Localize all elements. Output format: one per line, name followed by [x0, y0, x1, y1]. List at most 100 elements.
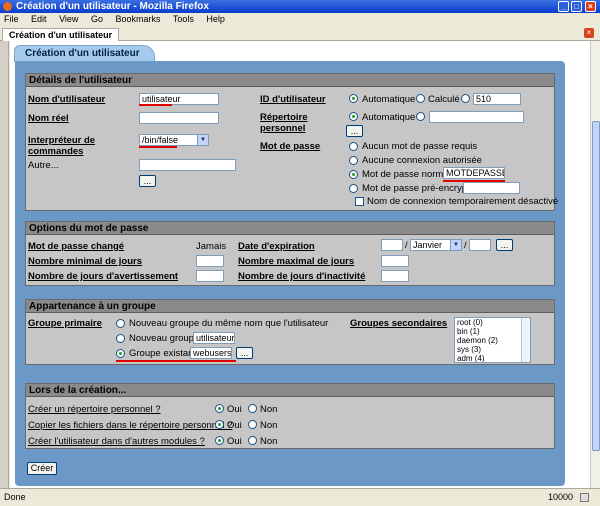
secondary-groups-label: Groupes secondaires	[350, 318, 448, 329]
existing-group-radio[interactable]	[116, 349, 125, 358]
uid-manual-radio[interactable]	[461, 94, 470, 103]
maximize-icon[interactable]: □	[571, 1, 582, 12]
uid-calc-radio[interactable]	[416, 94, 425, 103]
menu-bar: File Edit View Go Bookmarks Tools Help	[0, 13, 600, 26]
expire-year-input[interactable]	[469, 239, 491, 251]
list-item[interactable]: adm (4)	[457, 354, 530, 362]
homedir-browse-button[interactable]: ...	[346, 125, 363, 137]
pw-disabled-text: Nom de connexion temporairement désactiv…	[367, 196, 559, 207]
no-label: Non	[260, 420, 278, 431]
password-label: Mot de passe	[260, 141, 321, 152]
new-group-input[interactable]: utilisateur	[193, 332, 235, 344]
homedir-auto-text: Automatique	[362, 112, 416, 123]
copy-files-no-radio[interactable]	[248, 420, 257, 429]
expire-day-input[interactable]	[381, 239, 403, 251]
menu-edit[interactable]: Edit	[31, 14, 47, 24]
sidebar-pane	[0, 41, 9, 488]
password-options-section: Options du mot de passe Mot de passe cha…	[25, 221, 555, 286]
new-group-radio[interactable]	[116, 334, 125, 343]
window-title-bar: Création d'un utilisateur - Mozilla Fire…	[0, 0, 600, 13]
inactive-days-label: Nombre de jours d'inactivité	[238, 271, 366, 282]
create-home-question: Créer un répertoire personnel ?	[28, 404, 161, 415]
create-home-yes-radio[interactable]	[215, 404, 224, 413]
other-label: Autre...	[28, 160, 59, 171]
pw-noconn-text: Aucune connexion autorisée	[362, 155, 482, 166]
scroll-thumb[interactable]	[592, 121, 600, 451]
other-modules-yes-radio[interactable]	[215, 436, 224, 445]
close-icon[interactable]: ×	[585, 1, 596, 12]
max-days-input[interactable]	[381, 255, 409, 267]
shell-select[interactable]: /bin/false ▼	[139, 134, 209, 146]
pw-noconn-radio[interactable]	[349, 156, 358, 165]
status-bar: Done 10000	[0, 488, 600, 506]
copy-files-yes-radio[interactable]	[215, 420, 224, 429]
pw-disabled-checkbox[interactable]	[355, 197, 364, 206]
group-highlight	[116, 360, 236, 362]
menu-view[interactable]: View	[59, 14, 78, 24]
existing-group-input[interactable]: webusers	[190, 347, 232, 359]
menu-tools[interactable]: Tools	[173, 14, 194, 24]
realname-label: Nom réel	[28, 113, 69, 124]
menu-file[interactable]: File	[4, 14, 19, 24]
expire-label: Date d'expiration	[238, 241, 315, 252]
pwopts-header: Options du mot de passe	[26, 222, 554, 235]
page-content: Création d'un utilisateur Détails de l'u…	[10, 41, 590, 488]
pw-pre-radio[interactable]	[349, 184, 358, 193]
max-days-label: Nombre maximal de jours	[238, 256, 355, 267]
details-section: Détails de l'utilisateur Nom d'utilisate…	[25, 73, 559, 211]
group-browse-button[interactable]: ...	[236, 347, 253, 359]
pw-changed-value: Jamais	[196, 241, 227, 252]
existing-group-text: Groupe existant	[129, 348, 197, 359]
creation-section: Lors de la création... Créer un répertoi…	[25, 383, 555, 449]
list-item[interactable]: daemon (2)	[457, 336, 530, 345]
pw-changed-label: Mot de passe changé	[28, 241, 125, 252]
homedir-input[interactable]	[429, 111, 524, 123]
page-scrollbar[interactable]	[590, 41, 600, 488]
tab-close-icon[interactable]: ×	[584, 28, 594, 38]
pw-pre-text: Mot de passe pré-encrypté	[362, 183, 476, 194]
pw-none-text: Aucun mot de passe requis	[362, 141, 478, 152]
other-modules-no-radio[interactable]	[248, 436, 257, 445]
list-item[interactable]: root (0)	[457, 318, 530, 327]
no-label: Non	[260, 404, 278, 415]
secondary-groups-list[interactable]: root (0) bin (1) daemon (2) sys (3) adm …	[454, 317, 531, 363]
browser-tab[interactable]: Création d'un utilisateur	[2, 28, 120, 41]
uid-calc-text: Calculé	[428, 94, 460, 105]
menu-bookmarks[interactable]: Bookmarks	[115, 14, 160, 24]
pw-normal-radio[interactable]	[349, 170, 358, 179]
other-shell-input[interactable]	[139, 159, 236, 171]
uid-auto-text: Automatique	[362, 94, 416, 105]
list-scrollbar[interactable]	[521, 318, 530, 362]
create-button[interactable]: Créer	[27, 462, 57, 475]
list-item[interactable]: bin (1)	[457, 327, 530, 336]
realname-input[interactable]	[139, 112, 219, 124]
homedir-manual-radio[interactable]	[416, 112, 425, 121]
pw-none-radio[interactable]	[349, 142, 358, 151]
yes-label: Oui	[227, 436, 242, 447]
details-header: Détails de l'utilisateur	[26, 74, 554, 87]
shell-browse-button[interactable]: ...	[139, 175, 156, 187]
uid-input[interactable]: 510	[473, 93, 521, 105]
date-picker-button[interactable]: ...	[496, 239, 513, 251]
min-days-label: Nombre minimal de jours	[28, 256, 143, 267]
create-home-no-radio[interactable]	[248, 404, 257, 413]
menu-help[interactable]: Help	[206, 14, 225, 24]
inactive-days-input[interactable]	[381, 270, 409, 282]
status-text: Done	[4, 492, 26, 502]
homedir-auto-radio[interactable]	[349, 112, 358, 121]
minimize-icon[interactable]: _	[558, 1, 569, 12]
homedir-label: Répertoire personnel	[260, 112, 308, 134]
browser-tab-strip: Création d'un utilisateur ×	[0, 26, 600, 41]
pw-pre-input[interactable]	[463, 182, 520, 194]
uid-auto-radio[interactable]	[349, 94, 358, 103]
same-name-radio[interactable]	[116, 319, 125, 328]
firefox-icon	[3, 2, 12, 11]
new-group-text: Nouveau groupe	[129, 333, 200, 344]
shell-label: Interpréteur de commandes	[28, 135, 96, 157]
min-days-input[interactable]	[196, 255, 224, 267]
menu-go[interactable]: Go	[91, 14, 103, 24]
pw-normal-input[interactable]: MOTDEPASSE	[443, 167, 505, 179]
expire-month-select[interactable]: Janvier ▼	[410, 239, 462, 251]
list-item[interactable]: sys (3)	[457, 345, 530, 354]
warn-days-input[interactable]	[196, 270, 224, 282]
